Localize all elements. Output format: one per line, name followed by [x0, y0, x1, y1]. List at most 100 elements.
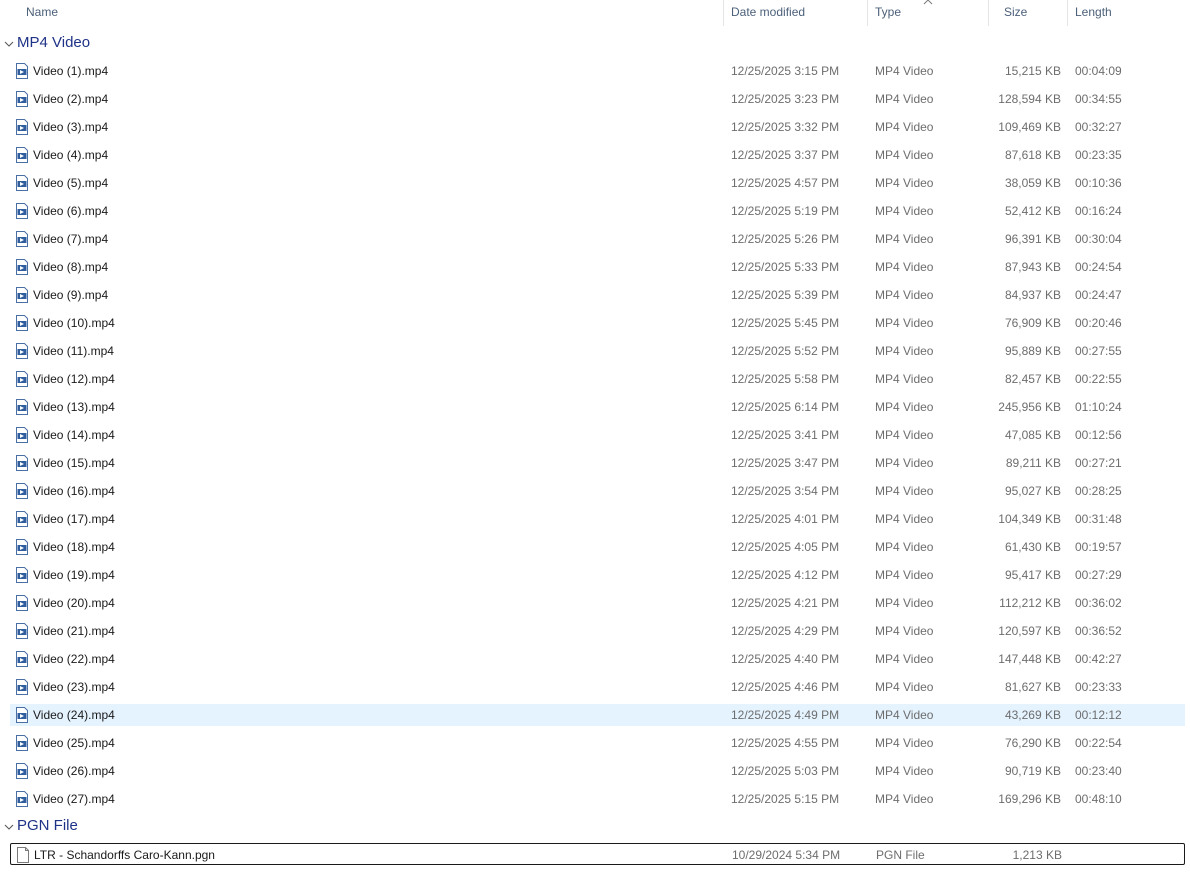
column-header-date-modified[interactable]: Date modified: [725, 0, 868, 26]
file-date-modified: 12/25/2025 3:37 PM: [731, 148, 840, 162]
file-explorer-details-view: Name Date modified Type Size Length MP4 …: [0, 0, 1190, 877]
file-row[interactable]: Video (12).mp4 12/25/2025 5:58 PM MP4 Vide…: [10, 368, 1185, 390]
file-row[interactable]: Video (23).mp4 12/25/2025 4:46 PM MP4 Vide…: [10, 676, 1185, 698]
chevron-down-icon[interactable]: [3, 38, 15, 48]
file-type: MP4 Video: [875, 624, 934, 638]
column-header-length[interactable]: Length: [1069, 0, 1190, 26]
file-date-modified: 12/25/2025 4:29 PM: [731, 624, 840, 638]
file-length: 00:31:48: [1075, 512, 1122, 526]
file-row[interactable]: Video (22).mp4 12/25/2025 4:40 PM MP4 Vide…: [10, 648, 1185, 670]
video-file-icon: [15, 651, 29, 667]
file-length: 00:10:36: [1075, 176, 1122, 190]
file-length: 00:23:33: [1075, 680, 1122, 694]
file-length: 00:48:10: [1075, 792, 1122, 806]
video-file-icon: [15, 203, 29, 219]
file-name: Video (24).mp4: [33, 708, 115, 722]
file-row[interactable]: Video (6).mp4 12/25/2025 5:19 PM MP4 Video…: [10, 200, 1185, 222]
video-file-icon: [15, 455, 29, 471]
file-type: MP4 Video: [875, 232, 934, 246]
group-label: PGN File: [17, 817, 78, 834]
file-row[interactable]: Video (20).mp4 12/25/2025 4:21 PM MP4 Vide…: [10, 592, 1185, 614]
file-date-modified: 12/25/2025 5:45 PM: [731, 316, 840, 330]
file-size: 82,457 KB: [1004, 372, 1061, 386]
file-length: 00:27:21: [1075, 456, 1122, 470]
video-file-icon: [15, 735, 29, 751]
file-row[interactable]: Video (7).mp4 12/25/2025 5:26 PM MP4 Video…: [10, 228, 1185, 250]
file-name: Video (3).mp4: [33, 120, 109, 134]
file-size: 38,059 KB: [1004, 176, 1061, 190]
file-type: MP4 Video: [875, 120, 934, 134]
video-file-icon: [15, 119, 29, 135]
chevron-down-icon[interactable]: [3, 821, 15, 831]
file-name: Video (22).mp4: [33, 652, 115, 666]
file-name: Video (18).mp4: [33, 540, 115, 554]
file-type: MP4 Video: [875, 372, 934, 386]
file-row[interactable]: Video (11).mp4 12/25/2025 5:52 PM MP4 Vide…: [10, 340, 1185, 362]
video-file-icon: [15, 147, 29, 163]
video-file-icon: [15, 343, 29, 359]
file-type: MP4 Video: [875, 484, 934, 498]
file-length: 00:24:47: [1075, 288, 1122, 302]
file-row[interactable]: LTR - Schandorffs Caro-Kann.pgn 10/29/202…: [10, 843, 1185, 865]
column-header-bar: Name Date modified Type Size Length: [0, 0, 1190, 26]
file-size: 1,213 KB: [1012, 848, 1062, 862]
file-row[interactable]: Video (24).mp4 12/25/2025 4:49 PM MP4 Vide…: [10, 704, 1185, 726]
group-header[interactable]: MP4 Video: [0, 31, 1190, 55]
file-type: MP4 Video: [875, 148, 934, 162]
file-row[interactable]: Video (13).mp4 12/25/2025 6:14 PM MP4 Vide…: [10, 396, 1185, 418]
file-size: 120,597 KB: [998, 624, 1061, 638]
file-row[interactable]: Video (4).mp4 12/25/2025 3:37 PM MP4 Video…: [10, 144, 1185, 166]
file-length: 00:19:57: [1075, 540, 1122, 554]
file-type: MP4 Video: [875, 428, 934, 442]
video-file-icon: [15, 483, 29, 499]
file-date-modified: 12/25/2025 4:46 PM: [731, 680, 840, 694]
column-header-length-label: Length: [1075, 5, 1112, 19]
file-name: Video (27).mp4: [33, 792, 115, 806]
file-length: 00:27:29: [1075, 568, 1122, 582]
file-length: 00:12:56: [1075, 428, 1122, 442]
video-file-icon: [15, 679, 29, 695]
file-size: 43,269 KB: [1004, 708, 1061, 722]
file-row[interactable]: Video (25).mp4 12/25/2025 4:55 PM MP4 Vide…: [10, 732, 1185, 754]
file-date-modified: 12/25/2025 4:49 PM: [731, 708, 840, 722]
video-file-icon: [15, 315, 29, 331]
file-name: LTR - Schandorffs Caro-Kann.pgn: [34, 848, 215, 862]
file-row[interactable]: Video (2).mp4 12/25/2025 3:23 PM MP4 Video…: [10, 88, 1185, 110]
file-row[interactable]: Video (19).mp4 12/25/2025 4:12 PM MP4 Vide…: [10, 564, 1185, 586]
column-header-size[interactable]: Size: [990, 0, 1068, 26]
file-row[interactable]: Video (27).mp4 12/25/2025 5:15 PM MP4 Vide…: [10, 788, 1185, 810]
file-row[interactable]: Video (15).mp4 12/25/2025 3:47 PM MP4 Vide…: [10, 452, 1185, 474]
file-row[interactable]: Video (9).mp4 12/25/2025 5:39 PM MP4 Video…: [10, 284, 1185, 306]
file-type: MP4 Video: [875, 316, 934, 330]
file-row[interactable]: Video (26).mp4 12/25/2025 5:03 PM MP4 Vide…: [10, 760, 1185, 782]
file-row[interactable]: Video (14).mp4 12/25/2025 3:41 PM MP4 Vide…: [10, 424, 1185, 446]
file-size: 169,296 KB: [998, 792, 1061, 806]
file-row[interactable]: Video (17).mp4 12/25/2025 4:01 PM MP4 Vide…: [10, 508, 1185, 530]
video-file-icon: [15, 63, 29, 79]
file-name: Video (15).mp4: [33, 456, 115, 470]
group-header[interactable]: PGN File: [0, 814, 1190, 838]
file-name: Video (14).mp4: [33, 428, 115, 442]
file-row[interactable]: Video (18).mp4 12/25/2025 4:05 PM MP4 Vide…: [10, 536, 1185, 558]
column-header-name[interactable]: Name: [20, 0, 724, 26]
file-row[interactable]: Video (3).mp4 12/25/2025 3:32 PM MP4 Video…: [10, 116, 1185, 138]
file-row[interactable]: Video (16).mp4 12/25/2025 3:54 PM MP4 Vide…: [10, 480, 1185, 502]
file-length: 00:34:55: [1075, 92, 1122, 106]
file-date-modified: 12/25/2025 5:15 PM: [731, 792, 840, 806]
file-name: Video (16).mp4: [33, 484, 115, 498]
file-type: MP4 Video: [875, 568, 934, 582]
file-row[interactable]: Video (5).mp4 12/25/2025 4:57 PM MP4 Video…: [10, 172, 1185, 194]
video-file-icon: [15, 399, 29, 415]
file-length: 01:10:24: [1075, 400, 1122, 414]
file-date-modified: 10/29/2024 5:34 PM: [732, 848, 841, 862]
document-file-icon: [16, 847, 30, 863]
file-row[interactable]: Video (8).mp4 12/25/2025 5:33 PM MP4 Video…: [10, 256, 1185, 278]
file-length: 00:36:52: [1075, 624, 1122, 638]
file-row[interactable]: Video (1).mp4 12/25/2025 3:15 PM MP4 Video…: [10, 60, 1185, 82]
file-size: 147,448 KB: [998, 652, 1061, 666]
file-row[interactable]: Video (10).mp4 12/25/2025 5:45 PM MP4 Vide…: [10, 312, 1185, 334]
file-row[interactable]: Video (21).mp4 12/25/2025 4:29 PM MP4 Vide…: [10, 620, 1185, 642]
video-file-icon: [15, 91, 29, 107]
file-type: MP4 Video: [875, 708, 934, 722]
file-size: 128,594 KB: [998, 92, 1061, 106]
